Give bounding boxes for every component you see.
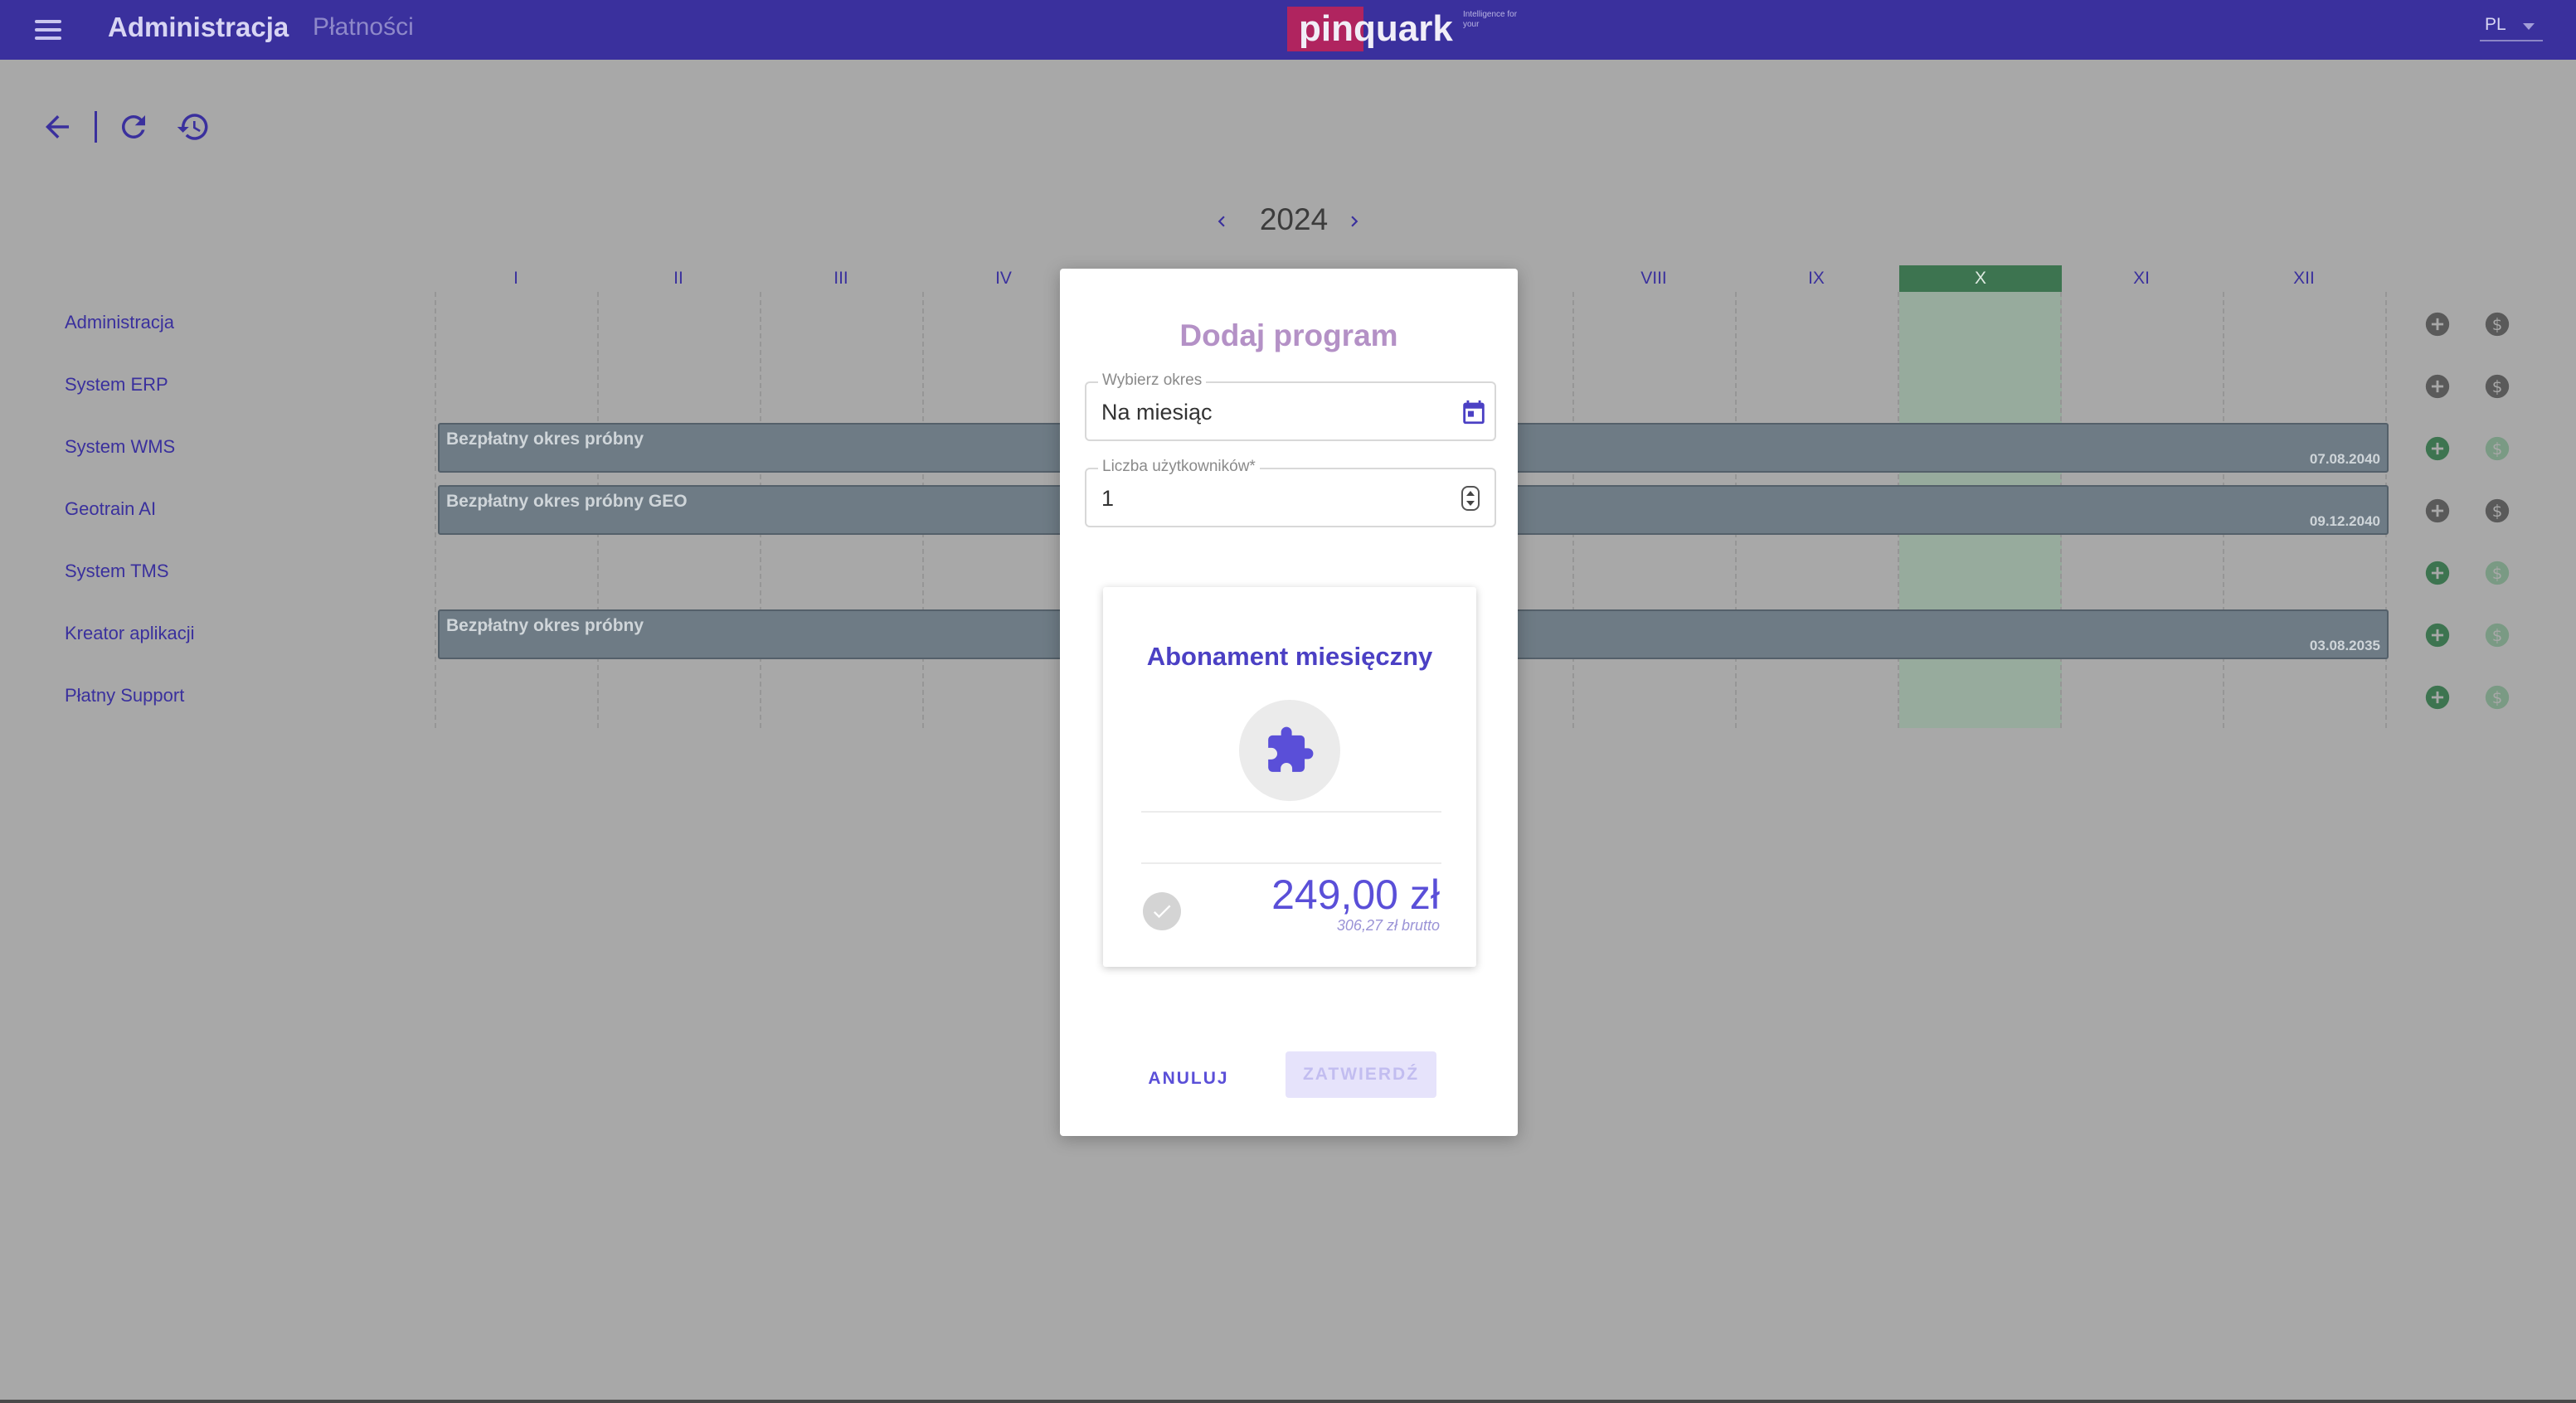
- plan-price-gross: 306,27 zł brutto: [1336, 917, 1440, 934]
- confirm-button[interactable]: ZATWIERDŹ: [1286, 1051, 1436, 1098]
- row-label-platny-support: Płatny Support: [65, 685, 185, 706]
- month-header: XII: [2293, 269, 2315, 288]
- subscription-bar-end-date: 09.12.2040: [2309, 513, 2380, 529]
- logo-text: pinquark: [1299, 8, 1453, 49]
- svg-text:$: $: [2492, 315, 2503, 334]
- plan-card-monthly[interactable]: Abonament miesięczny 249,00 zł 306,27 zł…: [1103, 587, 1476, 967]
- subscription-bar-title: Bezpłatny okres próbny: [446, 430, 644, 449]
- users-count-label: Liczba użytkowników*: [1098, 458, 1260, 476]
- plan-icon-circle: [1239, 700, 1340, 801]
- period-input[interactable]: [1101, 396, 1433, 428]
- subscription-bar-end-date: 07.08.2040: [2309, 451, 2380, 467]
- row-label-kreator-aplikacji: Kreator aplikacji: [65, 623, 195, 643]
- year-label: 2024: [1259, 202, 1329, 236]
- top-bar: Administracja Płatności pinquark Intelli…: [0, 0, 2576, 60]
- next-year-chevron-icon[interactable]: [1344, 209, 1365, 234]
- chevron-down-icon: [2523, 23, 2535, 30]
- row-label-system-tms: System TMS: [65, 561, 169, 581]
- page-subtitle: Płatności: [313, 13, 414, 41]
- refresh-icon[interactable]: [116, 109, 151, 144]
- subscription-bar-title: Bezpłatny okres próbny: [446, 616, 644, 635]
- language-value: PL: [2485, 15, 2506, 34]
- puzzle-icon: [1268, 726, 1314, 772]
- back-arrow-icon[interactable]: [40, 109, 75, 144]
- payment-dollar-icon[interactable]: $: [2483, 559, 2511, 587]
- subscription-bar-title: Bezpłatny okres próbny GEO: [446, 492, 688, 511]
- calendar-icon[interactable]: [1460, 398, 1488, 426]
- svg-text:$: $: [2492, 502, 2503, 521]
- language-select[interactable]: PL: [2480, 12, 2543, 41]
- payment-dollar-icon[interactable]: $: [2483, 683, 2511, 711]
- add-circle-icon[interactable]: [2423, 310, 2452, 338]
- check-circle-icon[interactable]: [1143, 892, 1181, 930]
- period-field-label: Wybierz okres: [1098, 371, 1207, 390]
- add-circle-icon[interactable]: [2423, 621, 2452, 649]
- svg-text:$: $: [2492, 688, 2503, 707]
- row-label-system-wms: System WMS: [65, 436, 176, 457]
- cancel-button[interactable]: ANULUJ: [1143, 1058, 1234, 1100]
- bottom-border: [0, 1400, 2576, 1403]
- card-divider: [1141, 811, 1441, 813]
- month-header: I: [513, 269, 518, 288]
- period-field[interactable]: Wybierz okres: [1085, 371, 1496, 441]
- month-header-current: X: [1899, 265, 2062, 292]
- month-header: XI: [2133, 269, 2150, 288]
- toolbar-divider: [95, 111, 97, 143]
- grid-line: [435, 292, 436, 728]
- app-title: Administracja: [108, 12, 289, 42]
- add-program-dialog: Dodaj program Wybierz okres Liczba użytk…: [1060, 269, 1518, 1136]
- history-icon[interactable]: [176, 109, 211, 144]
- logo-tagline: Intelligence for your: [1463, 10, 1518, 29]
- payment-dollar-icon[interactable]: $: [2483, 497, 2511, 525]
- month-header: IX: [1808, 269, 1825, 288]
- svg-text:$: $: [2492, 439, 2503, 459]
- month-header: II: [673, 269, 683, 288]
- payment-dollar-icon[interactable]: $: [2483, 621, 2511, 649]
- payment-dollar-icon[interactable]: $: [2483, 310, 2511, 338]
- number-stepper-icon[interactable]: [1461, 486, 1480, 511]
- svg-text:$: $: [2492, 564, 2503, 583]
- hamburger-menu-icon[interactable]: [33, 17, 63, 43]
- plan-title: Abonament miesięczny: [1146, 642, 1433, 671]
- payment-dollar-icon[interactable]: $: [2483, 372, 2511, 401]
- add-circle-icon[interactable]: [2423, 372, 2452, 401]
- users-count-field[interactable]: Liczba użytkowników*: [1085, 458, 1496, 527]
- plan-price: 249,00 zł: [1271, 871, 1440, 918]
- card-divider: [1141, 862, 1441, 864]
- svg-text:$: $: [2492, 626, 2503, 645]
- svg-text:$: $: [2492, 377, 2503, 396]
- add-circle-icon[interactable]: [2423, 683, 2452, 711]
- add-circle-icon[interactable]: [2423, 434, 2452, 463]
- month-header: III: [834, 269, 848, 288]
- dialog-title: Dodaj program: [1179, 318, 1398, 352]
- subscription-bar-end-date: 03.08.2035: [2309, 638, 2380, 653]
- add-circle-icon[interactable]: [2423, 497, 2452, 525]
- users-count-input[interactable]: [1101, 483, 1433, 514]
- month-header: VIII: [1640, 269, 1667, 288]
- row-label-system-erp: System ERP: [65, 374, 168, 395]
- add-circle-icon[interactable]: [2423, 559, 2452, 587]
- row-label-geotrain-ai: Geotrain AI: [65, 498, 157, 519]
- row-label-administracja: Administracja: [65, 312, 175, 333]
- payment-dollar-icon[interactable]: $: [2483, 434, 2511, 463]
